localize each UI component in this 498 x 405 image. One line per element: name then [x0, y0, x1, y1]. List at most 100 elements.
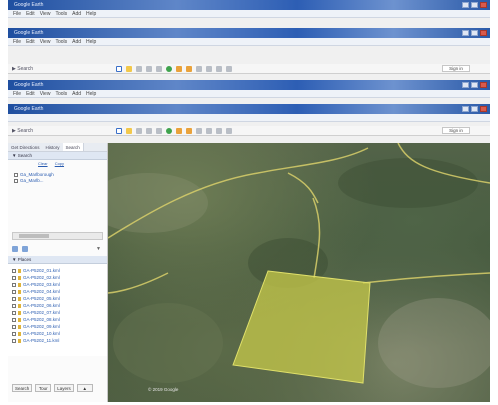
- polygon-icon[interactable]: [136, 128, 142, 134]
- sun-icon[interactable]: [176, 66, 182, 72]
- tab-directions[interactable]: Get Directions: [8, 143, 43, 151]
- placemark-icon[interactable]: [126, 66, 132, 72]
- checkbox[interactable]: [12, 275, 16, 280]
- menu-view[interactable]: View: [40, 91, 51, 97]
- checkbox[interactable]: [12, 296, 16, 301]
- overlay-icon[interactable]: [156, 66, 162, 72]
- list-item[interactable]: GA-P5202_01.kml: [12, 267, 103, 274]
- menu-tools[interactable]: Tools: [55, 11, 67, 17]
- email-icon[interactable]: [206, 66, 212, 72]
- copy-link[interactable]: Copy: [55, 161, 64, 166]
- list-item[interactable]: GA-P5202_05.kml: [12, 295, 103, 302]
- list-item[interactable]: GA-P5202_04.kml: [12, 288, 103, 295]
- close-button[interactable]: [480, 106, 487, 112]
- menu-view[interactable]: View: [40, 11, 51, 17]
- ruler-icon[interactable]: [196, 128, 202, 134]
- expand-button[interactable]: ▲: [76, 384, 93, 392]
- list-item[interactable]: GA-P5202_06.kml: [12, 302, 103, 309]
- tour-icon[interactable]: [22, 246, 28, 252]
- close-button[interactable]: [480, 30, 487, 36]
- list-item[interactable]: GA-P5202_07.kml: [12, 309, 103, 316]
- sun-icon[interactable]: [176, 128, 182, 134]
- list-item[interactable]: GA-P5202_09.kml: [12, 323, 103, 330]
- checkbox[interactable]: [12, 338, 16, 343]
- minimize-button[interactable]: [462, 2, 469, 8]
- menu-help[interactable]: Help: [86, 11, 96, 17]
- menu-tools[interactable]: Tools: [55, 39, 67, 45]
- menu-help[interactable]: Help: [86, 39, 96, 45]
- search-toggle[interactable]: ▶ Search: [12, 128, 33, 134]
- menu-add[interactable]: Add: [72, 11, 81, 17]
- menu-help[interactable]: Help: [86, 91, 96, 97]
- close-button[interactable]: [480, 82, 487, 88]
- minimize-button[interactable]: [462, 106, 469, 112]
- minimize-button[interactable]: [462, 30, 469, 36]
- path-icon[interactable]: [146, 128, 152, 134]
- list-item[interactable]: GA-P5202_11.kml: [12, 337, 103, 344]
- menu-edit[interactable]: Edit: [26, 91, 35, 97]
- horizontal-scrollbar[interactable]: [12, 232, 103, 240]
- menu-view[interactable]: View: [40, 39, 51, 45]
- tour-button[interactable]: Tour: [35, 384, 52, 392]
- list-item[interactable]: GA-P5202_08.kml: [12, 316, 103, 323]
- chevron-down-icon[interactable]: ▼: [96, 246, 101, 252]
- globe-icon[interactable]: [166, 66, 172, 72]
- tab-search[interactable]: Search: [62, 143, 84, 151]
- sidebar-toggle-icon[interactable]: [116, 66, 122, 72]
- menu-file[interactable]: File: [13, 11, 21, 17]
- scroll-thumb[interactable]: [19, 234, 49, 238]
- list-item[interactable]: GA-P5202_02.kml: [12, 274, 103, 281]
- checkbox[interactable]: [12, 282, 16, 287]
- checkbox[interactable]: [12, 289, 16, 294]
- placemark-icon[interactable]: [126, 128, 132, 134]
- checkbox[interactable]: [12, 317, 16, 322]
- list-item[interactable]: GA-P5202_10.kml: [12, 330, 103, 337]
- clear-link[interactable]: Clear: [38, 161, 48, 166]
- email-icon[interactable]: [206, 128, 212, 134]
- maximize-button[interactable]: [471, 30, 478, 36]
- parcel-polygon[interactable]: [232, 270, 371, 384]
- ruler-icon[interactable]: [196, 66, 202, 72]
- search-button[interactable]: Search: [12, 384, 33, 392]
- sign-in-button[interactable]: Sign in: [442, 65, 470, 72]
- search-toggle[interactable]: ▶ Search: [12, 66, 33, 72]
- menu-add[interactable]: Add: [72, 91, 81, 97]
- print-icon[interactable]: [216, 66, 222, 72]
- checkbox[interactable]: [12, 268, 16, 273]
- maximize-button[interactable]: [471, 82, 478, 88]
- menu-edit[interactable]: Edit: [26, 39, 35, 45]
- overlay-icon[interactable]: [156, 128, 162, 134]
- checkbox[interactable]: [12, 324, 16, 329]
- path-icon[interactable]: [146, 66, 152, 72]
- map-viewport[interactable]: © 2019 Google: [108, 143, 490, 402]
- polygon-icon[interactable]: [136, 66, 142, 72]
- menu-add[interactable]: Add: [72, 39, 81, 45]
- list-item[interactable]: Ga_Marlb...: [14, 178, 101, 184]
- planet-icon[interactable]: [186, 66, 192, 72]
- maximize-button[interactable]: [471, 2, 478, 8]
- close-button[interactable]: [480, 2, 487, 8]
- tab-history[interactable]: History: [43, 143, 63, 151]
- menu-edit[interactable]: Edit: [26, 11, 35, 17]
- maps-icon[interactable]: [226, 66, 232, 72]
- minimize-button[interactable]: [462, 82, 469, 88]
- layers-button[interactable]: Layers: [54, 384, 74, 392]
- sidebar-toggle-icon[interactable]: [116, 128, 122, 134]
- checkbox[interactable]: [12, 303, 16, 308]
- sign-in-button[interactable]: Sign in: [442, 127, 470, 134]
- menu-tools[interactable]: Tools: [55, 91, 67, 97]
- checkbox[interactable]: [12, 331, 16, 336]
- checkbox[interactable]: [14, 172, 18, 177]
- search-section-header[interactable]: ▼ Search: [8, 152, 107, 160]
- menu-file[interactable]: File: [13, 39, 21, 45]
- menu-file[interactable]: File: [13, 91, 21, 97]
- list-item[interactable]: GA-P5202_03.kml: [12, 281, 103, 288]
- places-section-header[interactable]: ▼ Places: [8, 256, 107, 264]
- checkbox[interactable]: [12, 310, 16, 315]
- folder-icon[interactable]: [12, 246, 18, 252]
- planet-icon[interactable]: [186, 128, 192, 134]
- maximize-button[interactable]: [471, 106, 478, 112]
- maps-icon[interactable]: [226, 128, 232, 134]
- globe-icon[interactable]: [166, 128, 172, 134]
- print-icon[interactable]: [216, 128, 222, 134]
